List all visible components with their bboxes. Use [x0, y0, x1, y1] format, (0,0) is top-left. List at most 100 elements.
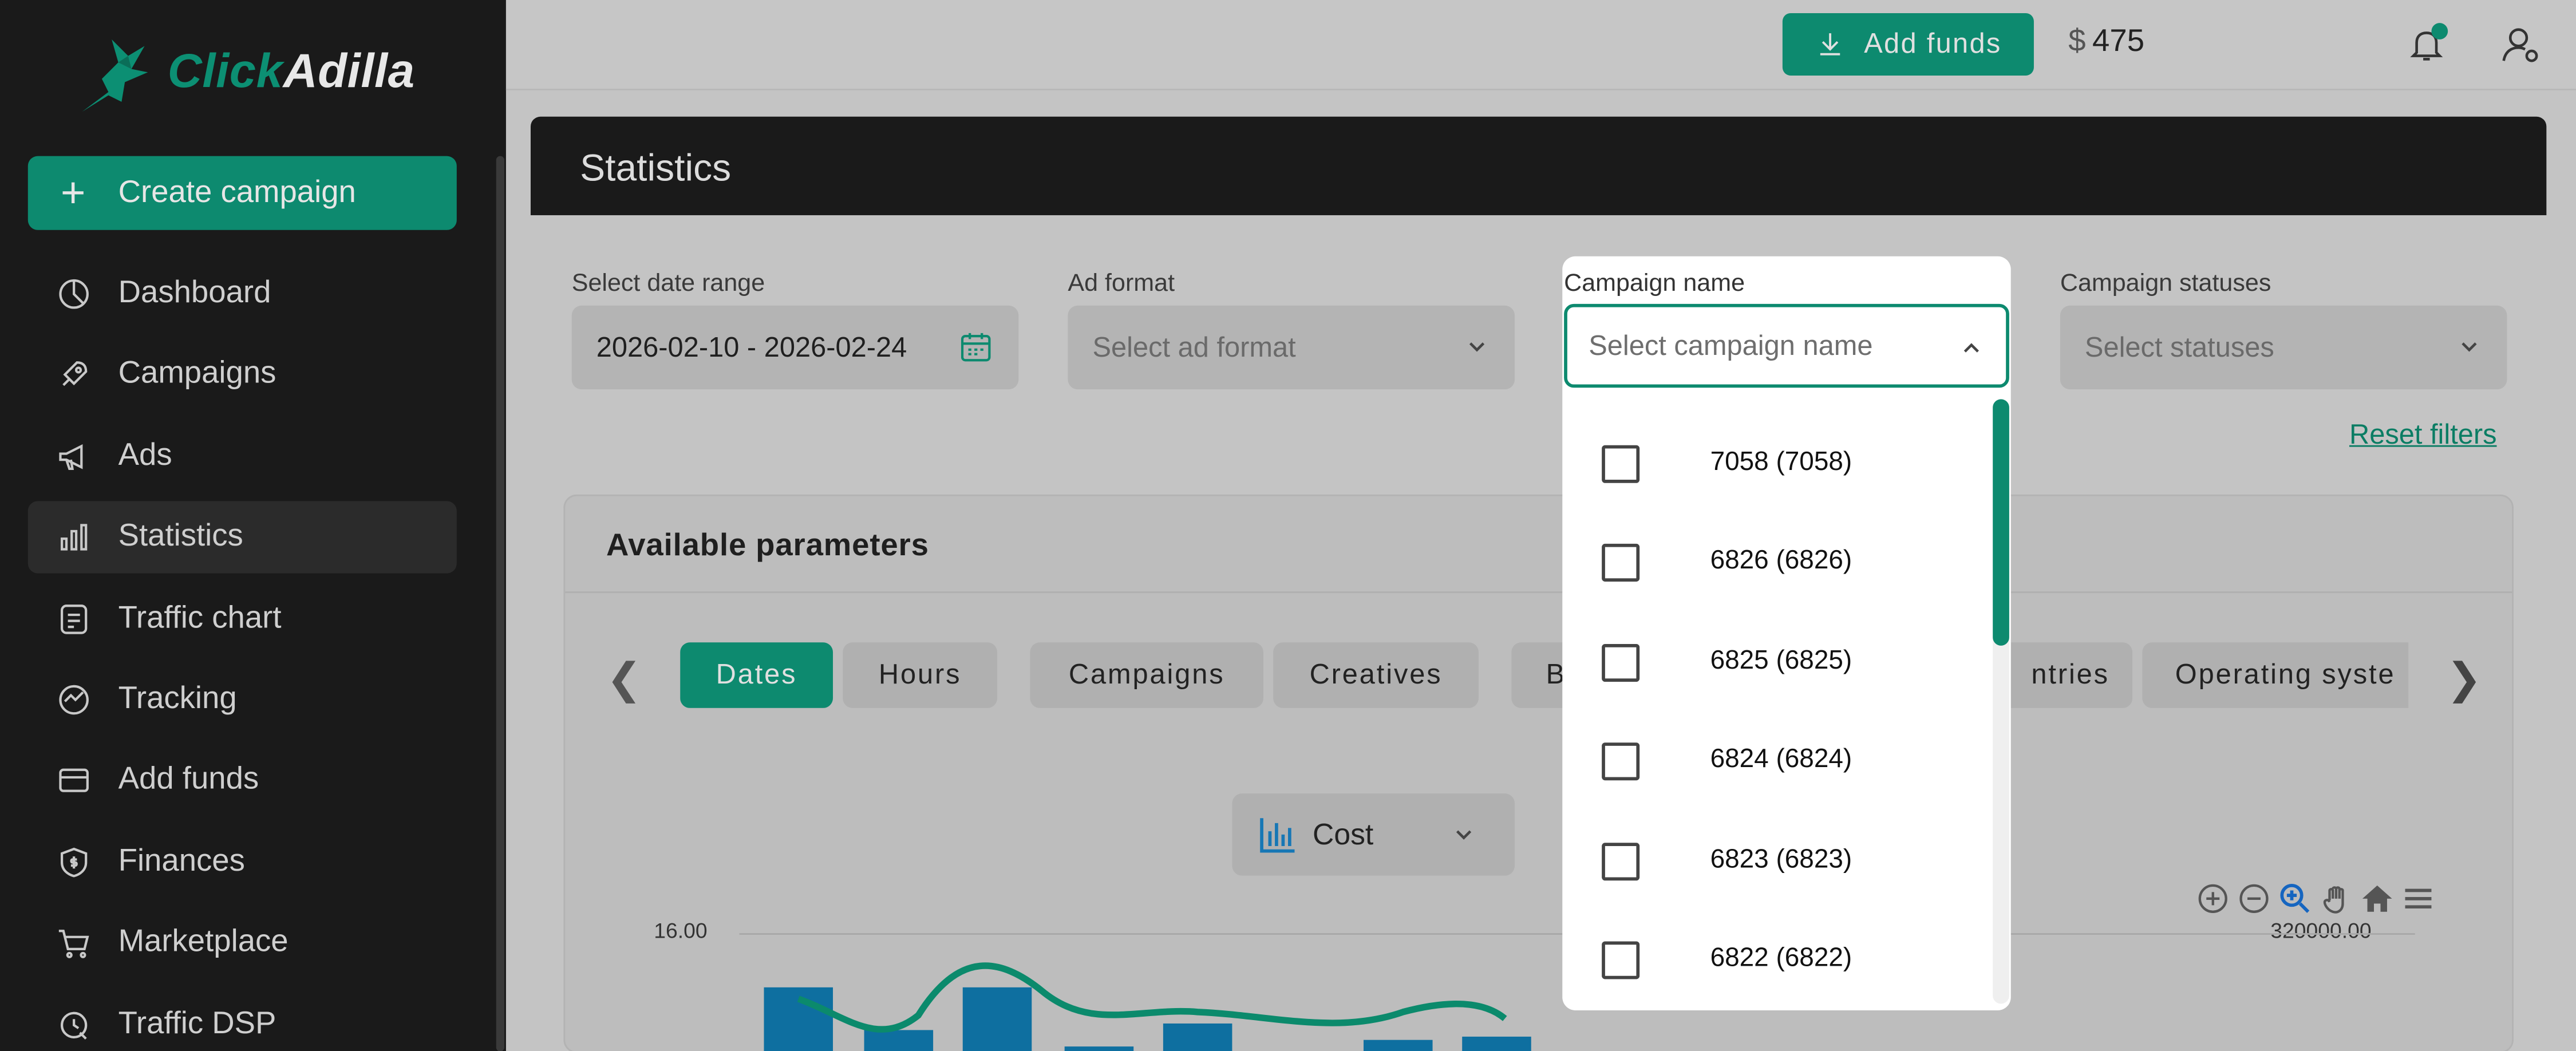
checkbox[interactable] [1602, 643, 1640, 681]
campaign-option[interactable]: 6825 (6825) [1562, 613, 1993, 711]
dsp-icon [28, 1006, 118, 1042]
campaign-option[interactable]: 6823 (6823) [1562, 812, 1993, 910]
tab-dates[interactable]: Dates [680, 642, 833, 708]
chevron-down-icon [1456, 830, 1472, 840]
chart-bar [764, 987, 833, 1051]
ad-format-label: Ad format [1068, 269, 1175, 298]
selection-zoom-icon[interactable] [2279, 882, 2312, 915]
date-range-label: Select date range [571, 269, 765, 298]
metric-label: Cost [1313, 817, 1374, 851]
campaign-option[interactable]: 6824 (6824) [1562, 712, 1993, 810]
campaign-name-select[interactable]: Select campaign name [1564, 303, 2009, 388]
option-label: 7058 (7058) [1710, 448, 1852, 477]
sidebar-item-ads[interactable]: Ads [28, 420, 457, 492]
option-label: 6825 (6825) [1710, 647, 1852, 675]
sidebar-item-label: Campaigns [118, 357, 276, 392]
sidebar-item-traffic-chart[interactable]: Traffic chart [28, 583, 457, 655]
date-range-field[interactable]: 2026-02-10 - 2026-02-24 [571, 305, 1019, 390]
pan-hand-icon[interactable] [2320, 882, 2352, 915]
sidebar-item-label: Marketplace [118, 925, 289, 960]
option-label: 6826 (6826) [1710, 547, 1852, 575]
checkbox[interactable] [1602, 941, 1640, 979]
bar-chart-icon [1260, 818, 1295, 853]
ad-format-placeholder: Select ad format [1092, 331, 1296, 362]
date-range-value: 2026-02-10 - 2026-02-24 [596, 331, 907, 362]
sidebar: ClickAdilla + Create campaign Dashboard … [0, 0, 506, 1051]
sidebar-nav: Dashboard Campaigns Ads Statistics Traff… [27, 258, 457, 1051]
chevron-down-icon [1469, 342, 1485, 352]
user-settings-icon [2502, 28, 2538, 62]
chart-plot [764, 962, 1531, 1051]
balance-value: 475 [2092, 25, 2145, 60]
campaign-option[interactable]: 6822 (6822) [1562, 910, 1993, 1009]
chart-bar [1064, 1046, 1134, 1051]
tabs-prev-arrow[interactable]: ❮ [606, 654, 642, 705]
sidebar-item-label: Ads [118, 438, 172, 473]
top-bar: Add funds $475 [505, 0, 2576, 90]
divider [565, 591, 2512, 594]
brand-name-part1: Click [167, 45, 283, 98]
checkbox[interactable] [1602, 543, 1640, 581]
campaign-option[interactable]: 7058 (7058) [1562, 414, 1993, 512]
add-funds-label: Add funds [1864, 27, 2002, 60]
brand-name-part2: Adilla [283, 45, 415, 98]
tab-operating-systems[interactable]: Operating syste [2142, 642, 2409, 708]
sidebar-item-add-funds[interactable]: Add funds [28, 745, 457, 817]
user-menu-button[interactable] [2500, 25, 2543, 76]
menu-icon[interactable] [2402, 882, 2435, 915]
zoom-in-icon[interactable] [2196, 882, 2229, 915]
tab-hours[interactable]: Hours [843, 642, 998, 708]
sidebar-item-tracking[interactable]: Tracking [28, 663, 457, 736]
home-reset-icon[interactable] [2361, 882, 2393, 915]
parameter-tabs: Dates Hours Campaigns Creatives B ntries… [680, 642, 2409, 708]
bird-logo-icon [82, 39, 148, 112]
statistics-panel: Select date range 2026-02-10 - 2026-02-2… [530, 215, 2547, 1051]
tab-campaigns[interactable]: Campaigns [1030, 642, 1263, 708]
page-title: Statistics [580, 146, 732, 189]
option-label: 6824 (6824) [1710, 745, 1852, 774]
sidebar-item-label: Traffic chart [118, 600, 282, 635]
campaign-name-placeholder: Select campaign name [1589, 329, 1873, 361]
chevron-up-icon [1963, 343, 1979, 353]
checkbox[interactable] [1602, 741, 1640, 780]
campaign-statuses-select[interactable]: Select statuses [2060, 305, 2507, 390]
sidebar-scrollbar[interactable] [496, 156, 505, 1051]
campaign-name-label: Campaign name [1564, 269, 1745, 298]
metric-select[interactable]: Cost [1232, 793, 1515, 876]
create-campaign-button[interactable]: + Create campaign [27, 156, 457, 230]
option-label: 6823 (6823) [1710, 845, 1852, 874]
tabs-next-arrow[interactable]: ❯ [2446, 654, 2482, 705]
sidebar-item-finances[interactable]: Finances [28, 826, 457, 898]
sidebar-item-campaigns[interactable]: Campaigns [28, 339, 457, 411]
brand-logo[interactable]: ClickAdilla [72, 30, 414, 115]
brand-name: ClickAdilla [168, 45, 415, 100]
dropdown-scroll-thumb[interactable] [1993, 399, 2009, 646]
checkbox[interactable] [1602, 444, 1640, 483]
currency-symbol: $ [2068, 25, 2086, 60]
chart-bar [962, 987, 1032, 1051]
document-list-icon [28, 600, 118, 637]
sidebar-item-statistics[interactable]: Statistics [27, 501, 457, 574]
download-icon [1819, 33, 1840, 56]
zoom-out-icon[interactable] [2238, 882, 2270, 915]
campaign-option[interactable]: 6826 (6826) [1562, 512, 1993, 611]
chevron-down-icon [2462, 342, 2477, 352]
sidebar-item-traffic-dsp[interactable]: Traffic DSP [28, 988, 457, 1051]
sidebar-item-dashboard[interactable]: Dashboard [28, 258, 457, 330]
rocket-icon [28, 357, 118, 393]
checkbox[interactable] [1602, 841, 1640, 880]
sidebar-item-label: Traffic DSP [118, 1006, 276, 1041]
option-label: 6822 (6822) [1710, 945, 1852, 973]
ad-format-select[interactable]: Select ad format [1068, 305, 1515, 390]
bar-chart-icon [28, 519, 118, 555]
dropdown-scrollbar[interactable] [1993, 399, 2009, 1004]
tab-creatives[interactable]: Creatives [1273, 642, 1479, 708]
add-funds-button[interactable]: Add funds [1782, 13, 2034, 76]
create-campaign-label: Create campaign [118, 175, 356, 210]
chart-bar [1462, 1036, 1531, 1051]
reset-filters-link[interactable]: Reset filters [2349, 419, 2497, 452]
tracking-icon [28, 682, 118, 718]
sidebar-item-marketplace[interactable]: Marketplace [28, 907, 457, 979]
megaphone-icon [28, 438, 118, 475]
sidebar-item-label: Tracking [118, 681, 237, 717]
